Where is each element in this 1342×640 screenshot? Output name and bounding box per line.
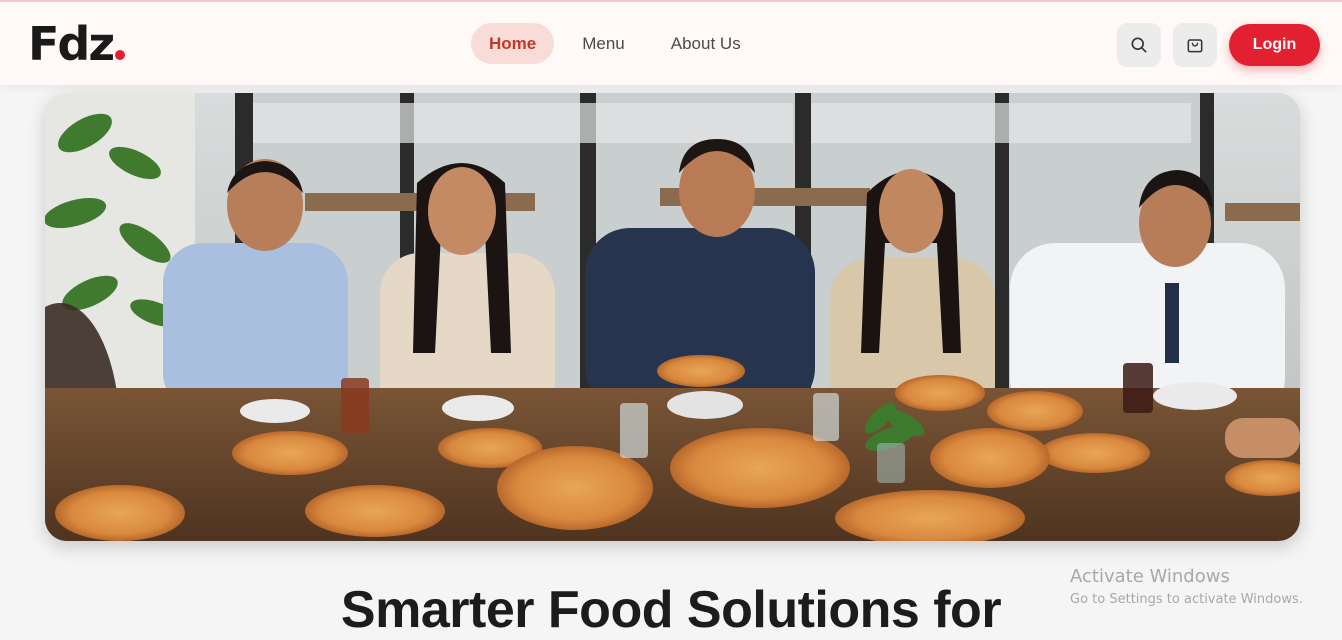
shopping-bag-icon: [1187, 39, 1203, 53]
nav-about-us[interactable]: About Us: [653, 23, 759, 64]
cart-button[interactable]: [1173, 23, 1217, 67]
search-icon: [1131, 37, 1147, 53]
logo-text: Fdz: [28, 17, 115, 71]
hero-image: [45, 93, 1300, 541]
windows-activation-title: Activate Windows: [1070, 566, 1230, 587]
nav-home[interactable]: Home: [471, 23, 555, 64]
login-button[interactable]: Login: [1229, 24, 1320, 66]
windows-activation-subtitle: Go to Settings to activate Windows.: [1070, 592, 1303, 607]
hero-headline: Smarter Food Solutions for: [340, 581, 1002, 639]
logo-dot: [115, 50, 126, 60]
nav-menu[interactable]: Menu: [564, 23, 643, 64]
main-nav: Home Menu About Us: [471, 23, 769, 64]
hero-illustration: [45, 93, 1300, 541]
search-button[interactable]: [1117, 23, 1161, 67]
brand-logo[interactable]: Fdz: [28, 16, 126, 72]
site-header: Fdz Home Menu About Us Login: [0, 0, 1342, 85]
